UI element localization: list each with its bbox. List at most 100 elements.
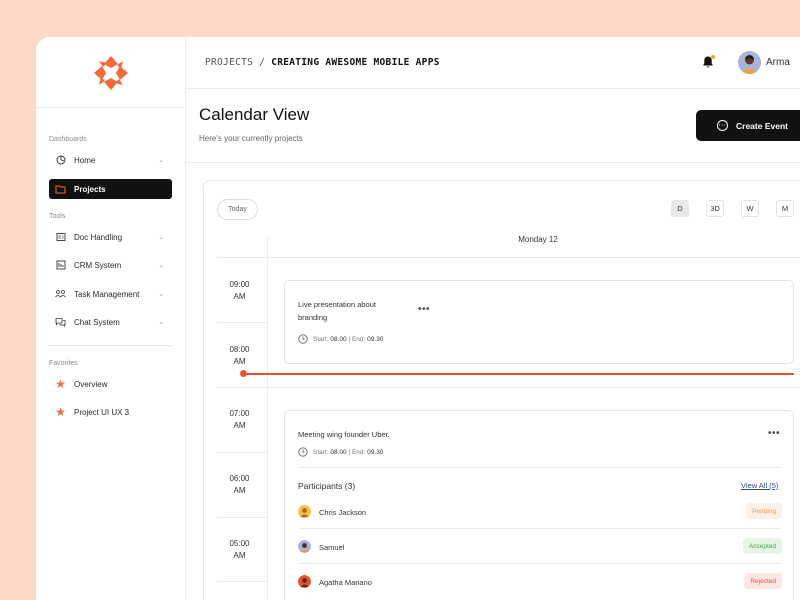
clock-icon [298,334,308,344]
event-time: Start: 08.00 | End: 09.30 [298,334,383,344]
participant-avatar [298,575,311,588]
document-icon [55,232,66,243]
event-title-line: Live presentation about [298,300,376,309]
app-window: Dashboards Home ⌄ Projects Tools Doc Han… [36,37,800,600]
participant-row[interactable]: Samuel Accepted [298,535,782,559]
sidebar-item-label: CRM System [74,260,122,270]
view-3day-button[interactable]: 3D [706,200,724,217]
time-hour: 08:00 [229,345,250,354]
hour-gridline [217,387,800,388]
favorite-item-label: Project UI UX 3 [74,407,130,417]
participant-row[interactable]: Agatha Mariano Rejected [298,570,782,594]
day-header: Monday 12 [518,235,558,244]
hour-gridline [217,322,267,323]
participant-row[interactable]: Chris Jackson Pending [298,500,782,524]
event-end-time: 09.30 [367,335,384,343]
breadcrumb-separator: / [259,57,266,68]
time-period: AM [233,356,246,366]
event-more-button[interactable]: ••• [768,428,780,439]
star-icon: ★ [55,404,66,419]
time-slot-label: 07:00 AM [217,408,262,431]
logo-divider [36,107,186,108]
event-more-button[interactable]: ••• [418,304,430,315]
page-subtitle: Here's your currently projects [199,134,303,143]
folder-icon [55,184,66,195]
participant-name: Samuel [319,543,345,552]
crm-icon [55,260,66,271]
user-name[interactable]: Arma [766,57,790,68]
sidebar-item-chat-system[interactable]: Chat System ⌄ [49,312,172,332]
event-time-separator: | [348,335,351,343]
view-day-button[interactable]: D [671,200,689,217]
time-hour: 09:00 [229,280,250,289]
event-time-separator: | [348,448,351,456]
time-period: AM [233,485,246,495]
participant-row-divider [298,528,782,529]
participants-divider [298,467,782,468]
hour-gridline [217,517,267,518]
event-start-label: Start: [313,335,329,343]
time-slot-label: 08:00 AM [217,344,262,367]
view-month-button[interactable]: M [776,200,794,217]
chat-icon [55,317,66,328]
participant-name: Agatha Mariano [319,578,372,587]
notification-dot [711,55,715,59]
sidebar-item-label: Chat System [74,317,120,327]
event-end-time: 09.30 [367,448,384,456]
status-badge-accepted: Accepted [742,538,782,554]
create-event-button[interactable]: ··· Create Event [696,110,800,141]
page-divider [186,162,800,163]
participant-avatar [298,505,311,518]
time-slot-label: 06:00 AM [217,473,262,496]
event-title-line: branding [298,313,328,322]
status-badge-pending: Pending [746,503,782,519]
view-all-participants-link[interactable]: View All (5) [741,481,778,490]
time-slot-label: 05:00 AM [217,538,262,561]
more-circle-icon: ··· [717,120,728,131]
event-card[interactable]: Live presentation about branding ••• Sta… [284,280,794,364]
favorite-item-project-ui-ux-3[interactable]: ★ Project UI UX 3 [49,402,172,422]
favorite-item-label: Overview [74,379,108,389]
participant-avatar [298,540,311,553]
page-title: Calendar View [199,105,310,124]
participant-name: Chris Jackson [319,508,367,517]
status-badge-rejected: Rejected [744,573,782,589]
chevron-down-icon: ⌄ [158,234,164,241]
hour-gridline [217,452,267,453]
chevron-down-icon: ⌄ [158,291,164,298]
current-time-dot [240,370,247,377]
calendar-panel: Today D 3D W M Monday 12 09:00 AM 08:00 … [203,180,800,600]
section-label-favorites: Favorites [49,360,78,367]
event-time: Start: 08.00 | End: 09.30 [298,447,383,457]
breadcrumb-projects-link[interactable]: PROJECTS [205,57,253,68]
sidebar-divider [49,345,172,346]
current-time-line [244,373,794,375]
app-logo[interactable] [93,55,129,91]
time-hour: 06:00 [229,474,250,483]
event-card[interactable]: Meeting wing founder Uber. ••• Start: 08… [284,410,794,600]
sidebar-item-label: Home [74,155,96,165]
breadcrumb: PROJECTS / CREATING AWESOME MOBILE APPS [205,57,440,68]
chevron-down-icon: ⌄ [158,262,164,269]
avatar[interactable] [738,51,761,74]
create-event-label: Create Event [736,120,788,131]
time-period: AM [233,550,246,560]
time-period: AM [233,420,246,430]
view-week-button[interactable]: W [741,200,759,217]
time-slot-label: 09:00 AM [217,279,262,302]
star-icon: ★ [55,376,66,391]
breadcrumb-current: CREATING AWESOME MOBILE APPS [271,57,440,68]
event-end-label: End: [351,335,366,343]
sidebar-item-home[interactable]: Home ⌄ [49,150,172,170]
sidebar-item-label: Task Management [74,289,140,299]
today-button[interactable]: Today [217,199,258,220]
tasks-icon [55,289,66,300]
sidebar-item-crm-system[interactable]: CRM System ⌄ [49,255,172,275]
sidebar: Dashboards Home ⌄ Projects Tools Doc Han… [36,37,186,600]
sidebar-item-task-management[interactable]: Task Management ⌄ [49,284,172,304]
sidebar-item-doc-handling[interactable]: Doc Handling ⌄ [49,227,172,247]
sidebar-item-projects[interactable]: Projects [49,179,172,199]
participants-title: Participants (3) [298,481,356,491]
hour-gridline [217,581,267,582]
favorite-item-overview[interactable]: ★ Overview [49,374,172,394]
